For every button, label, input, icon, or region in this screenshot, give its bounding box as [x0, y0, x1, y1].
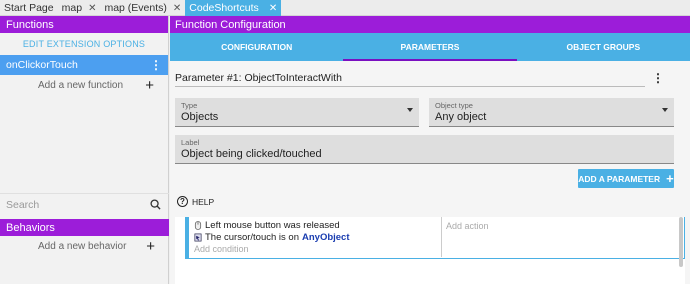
config-subtabs: CONFIGURATION PARAMETERS OBJECT GROUPS: [170, 33, 690, 61]
plus-icon: +: [145, 76, 154, 94]
mouse-icon: [194, 220, 202, 230]
condition-row[interactable]: The cursor/touch is on AnyObject: [194, 231, 436, 243]
tab-map[interactable]: map ✕: [58, 0, 101, 16]
more-vert-icon[interactable]: ⋮: [652, 71, 664, 85]
tab-parameters[interactable]: PARAMETERS: [343, 33, 517, 61]
conditions-column: Left mouse button was released The curso…: [194, 219, 436, 257]
tab-codeshortcuts[interactable]: CodeShortcuts ✕: [185, 0, 282, 16]
behaviors-header: Behaviors: [0, 219, 169, 236]
chevron-down-icon: [407, 108, 413, 112]
add-parameter-label: ADD A PARAMETER: [578, 173, 661, 184]
edit-extension-options-button[interactable]: EDIT EXTENSION OPTIONS: [0, 33, 168, 55]
tab-start-page[interactable]: Start Page: [0, 0, 58, 16]
label-label: Label: [181, 138, 200, 147]
event-block[interactable]: Left mouse button was released The curso…: [185, 217, 685, 259]
tab-label: map: [61, 2, 83, 14]
function-item-onclickortouch[interactable]: onClickorTouch ⋮: [0, 55, 168, 75]
type-select[interactable]: Type Objects: [175, 98, 419, 127]
condition-text: The cursor/touch is on: [205, 231, 299, 243]
functions-header: Functions: [0, 16, 168, 33]
function-configuration-panel: Function Configuration CONFIGURATION PAR…: [170, 16, 690, 284]
more-vert-icon[interactable]: ⋮: [150, 58, 162, 72]
add-action-button[interactable]: Add action: [441, 217, 687, 257]
object-type-select[interactable]: Object type Any object: [429, 98, 674, 127]
plus-icon: +: [146, 237, 155, 255]
label-value: Object being clicked/touched: [181, 148, 322, 160]
function-label: onClickorTouch: [6, 59, 78, 71]
functions-panel: Functions EDIT EXTENSION OPTIONS onClick…: [0, 16, 169, 284]
parameter-name-field[interactable]: Parameter #1: ObjectToInteractWith: [175, 69, 645, 87]
add-parameter-button[interactable]: ADD A PARAMETER +: [578, 169, 674, 188]
behaviors-section: Behaviors Add a new behavior +: [0, 219, 169, 256]
add-function-label: Add a new function: [38, 79, 124, 91]
help-icon: ?: [177, 196, 188, 207]
chevron-down-icon: [662, 108, 668, 112]
help-button[interactable]: ? HELP: [177, 196, 214, 207]
add-function-button[interactable]: Add a new function +: [0, 75, 168, 95]
type-label: Type: [181, 101, 198, 110]
cursor-touch-icon: [194, 233, 202, 241]
label-field[interactable]: Label Object being clicked/touched: [175, 135, 674, 164]
search-icon[interactable]: [150, 199, 161, 210]
plus-icon: +: [666, 171, 674, 186]
tab-object-groups[interactable]: OBJECT GROUPS: [517, 33, 690, 61]
help-label: HELP: [192, 196, 215, 207]
type-value: Objects: [181, 111, 219, 123]
close-icon[interactable]: ✕: [173, 3, 181, 14]
events-sheet: Left mouse button was released The curso…: [175, 217, 685, 284]
add-behavior-label: Add a new behavior: [38, 240, 127, 252]
close-icon[interactable]: ✕: [88, 3, 96, 14]
close-icon[interactable]: ✕: [269, 3, 277, 14]
tab-map-events[interactable]: map (Events) ✕: [100, 0, 185, 16]
object-type-value: Any object: [435, 111, 487, 123]
search-bar[interactable]: Search: [0, 193, 169, 215]
tab-configuration[interactable]: CONFIGURATION: [170, 33, 343, 61]
function-configuration-header: Function Configuration: [170, 16, 690, 33]
tab-label: map (Events): [104, 2, 167, 14]
add-condition-button[interactable]: Add condition: [194, 243, 436, 255]
tab-label: Start Page: [4, 2, 54, 14]
condition-text: Left mouse button was released: [205, 219, 340, 231]
tab-label: CodeShortcuts: [189, 2, 259, 14]
add-behavior-button[interactable]: Add a new behavior +: [0, 236, 169, 256]
search-input[interactable]: Search: [6, 199, 39, 211]
condition-row[interactable]: Left mouse button was released: [194, 219, 436, 231]
object-type-label: Object type: [435, 101, 473, 110]
document-tab-bar: Start Page map ✕ map (Events) ✕ CodeShortc…: [0, 0, 690, 16]
condition-object[interactable]: AnyObject: [302, 232, 350, 243]
scrollbar[interactable]: [679, 217, 683, 267]
